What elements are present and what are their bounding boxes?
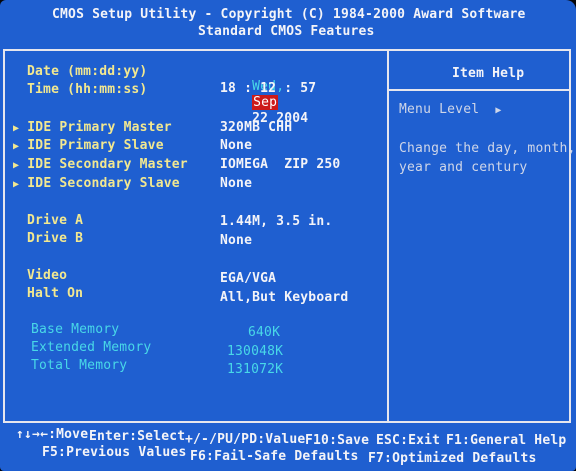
extended-memory-value: 130048K [227,344,284,359]
item-help-title: Item Help [452,66,525,81]
ide-primary-slave-label: IDE Primary Slave [27,138,164,153]
drive-a-label: Drive A [27,213,84,228]
footer-move-hint: ↑↓→←:Move [16,427,89,442]
drive-b-value[interactable]: None [220,233,252,249]
ide-secondary-slave-item[interactable]: ▶ IDE Secondary Slave [13,176,180,193]
bios-screen: CMOS Setup Utility - Copyright (C) 1984-… [0,0,576,471]
help-panel-divider [389,89,569,91]
footer-select-hint: Enter:Select [89,429,186,444]
time-field[interactable]: 18 : 12 : 57 [220,81,316,97]
total-memory-value: 131072K [227,362,284,377]
ide-secondary-master-label: IDE Secondary Master [27,157,188,172]
footer-value-hint: +/-/PU/PD:Value [185,432,306,447]
base-memory-label: Base Memory [31,322,120,337]
ide-secondary-slave-value[interactable]: None [220,176,252,192]
page-title: Standard CMOS Features [198,24,375,39]
footer-optimized-hint: F7:Optimized Defaults [368,451,537,466]
video-label: Video [27,268,68,283]
video-value[interactable]: EGA/VGA [220,271,276,287]
menu-level-indicator: Menu Level ▶ [399,102,502,119]
date-label: Date (mm:dd:yy) [27,64,148,79]
ide-primary-slave-item[interactable]: ▶ IDE Primary Slave [13,138,164,155]
ide-primary-slave-value[interactable]: None [220,138,252,154]
ide-primary-master-item[interactable]: ▶ IDE Primary Master [13,120,172,137]
date-month-selected[interactable]: Sep [252,95,279,110]
help-text-line1: Change the day, month, [399,141,576,156]
footer-previous-values-hint: F5:Previous Values [42,445,187,460]
footer-help-hint: F1:General Help [446,433,567,448]
total-memory-label: Total Memory [31,358,128,373]
help-text-line2: year and century [399,160,528,175]
halt-on-value[interactable]: All,But Keyboard [220,290,348,306]
halt-on-label: Halt On [27,286,84,301]
header-copyright: CMOS Setup Utility - Copyright (C) 1984-… [52,7,526,22]
ide-secondary-master-value[interactable]: IOMEGA ZIP 250 [220,157,340,173]
ide-secondary-slave-label: IDE Secondary Slave [27,176,180,191]
footer-exit-hint: ESC:Exit [376,433,441,448]
base-memory-value: 640K [248,325,281,340]
time-label: Time (hh:mm:ss) [27,82,148,97]
submenu-arrow-icon: ▶ [13,141,20,152]
menu-level-label: Menu Level [399,102,480,117]
submenu-arrow-icon: ▶ [13,179,20,190]
footer-fail-safe-hint: F6:Fail-Safe Defaults [190,449,359,464]
ide-primary-master-value[interactable]: 320MB CHH [220,120,292,136]
footer-save-hint: F10:Save [305,433,370,448]
submenu-arrow-icon: ▶ [13,123,20,134]
ide-primary-master-label: IDE Primary Master [27,120,172,135]
ide-secondary-master-item[interactable]: ▶ IDE Secondary Master [13,157,188,174]
menu-level-arrow-icon: ▶ [495,105,502,116]
extended-memory-label: Extended Memory [31,340,152,355]
drive-b-label: Drive B [27,231,84,246]
submenu-arrow-icon: ▶ [13,160,20,171]
drive-a-value[interactable]: 1.44M, 3.5 in. [220,214,332,230]
